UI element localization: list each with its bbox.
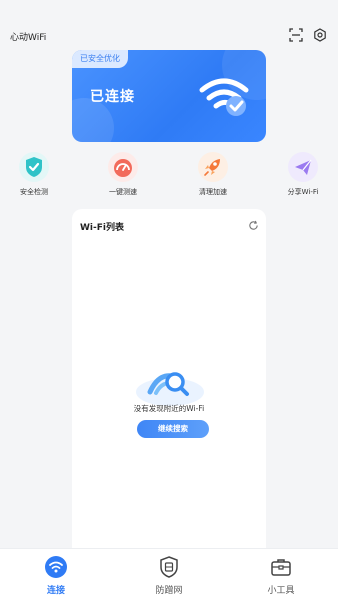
refresh-icon[interactable]	[248, 220, 259, 231]
nav-item-connect[interactable]: 连接	[26, 555, 86, 596]
toolbox-icon	[269, 555, 293, 579]
settings-icon[interactable]	[313, 28, 327, 42]
nav-label: 小工具	[267, 586, 295, 596]
optimized-badge: 已安全优化	[72, 50, 128, 68]
scan-icon[interactable]	[289, 28, 303, 42]
wifi-list-title: Wi-Fi列表	[80, 223, 124, 233]
empty-state-text: 没有发现附近的Wi-Fi	[133, 404, 205, 413]
wifi-check-icon	[199, 78, 249, 116]
shield-check-icon	[19, 152, 49, 182]
action-label: 分享Wi-Fi	[287, 188, 319, 196]
paper-plane-icon	[288, 152, 318, 182]
shield-net-icon	[157, 555, 181, 579]
nav-label: 防蹭网	[155, 586, 183, 596]
nav-label: 连接	[46, 586, 65, 596]
nav-item-tools[interactable]: 小工具	[251, 555, 311, 596]
action-clean-boost[interactable]: 清理加速	[177, 152, 249, 197]
connection-status: 已连接	[90, 89, 135, 105]
action-label: 一键测速	[109, 188, 137, 196]
nav-item-anti-leech[interactable]: 防蹭网	[139, 555, 199, 596]
wifi-icon	[44, 555, 68, 579]
wifi-list-panel: Wi-Fi列表 没有发现附近的Wi-Fi 继续搜索	[72, 209, 266, 549]
action-security-check[interactable]: 安全检测	[0, 152, 70, 197]
speedometer-icon	[108, 152, 138, 182]
app-title: 心动WiFi	[10, 33, 47, 43]
rescan-button[interactable]: 继续搜索	[137, 420, 209, 438]
quick-actions: 安全检测 一键测速 清理加速 分享Wi-Fi	[0, 152, 338, 202]
action-label: 安全检测	[20, 188, 48, 196]
action-speed-test[interactable]: 一键测速	[87, 152, 159, 197]
bottom-nav: 连接 防蹭网 小工具	[0, 548, 338, 600]
action-label: 清理加速	[199, 188, 227, 196]
action-share-wifi[interactable]: 分享Wi-Fi	[267, 152, 338, 197]
search-empty-icon	[136, 372, 204, 406]
rocket-icon	[198, 152, 228, 182]
